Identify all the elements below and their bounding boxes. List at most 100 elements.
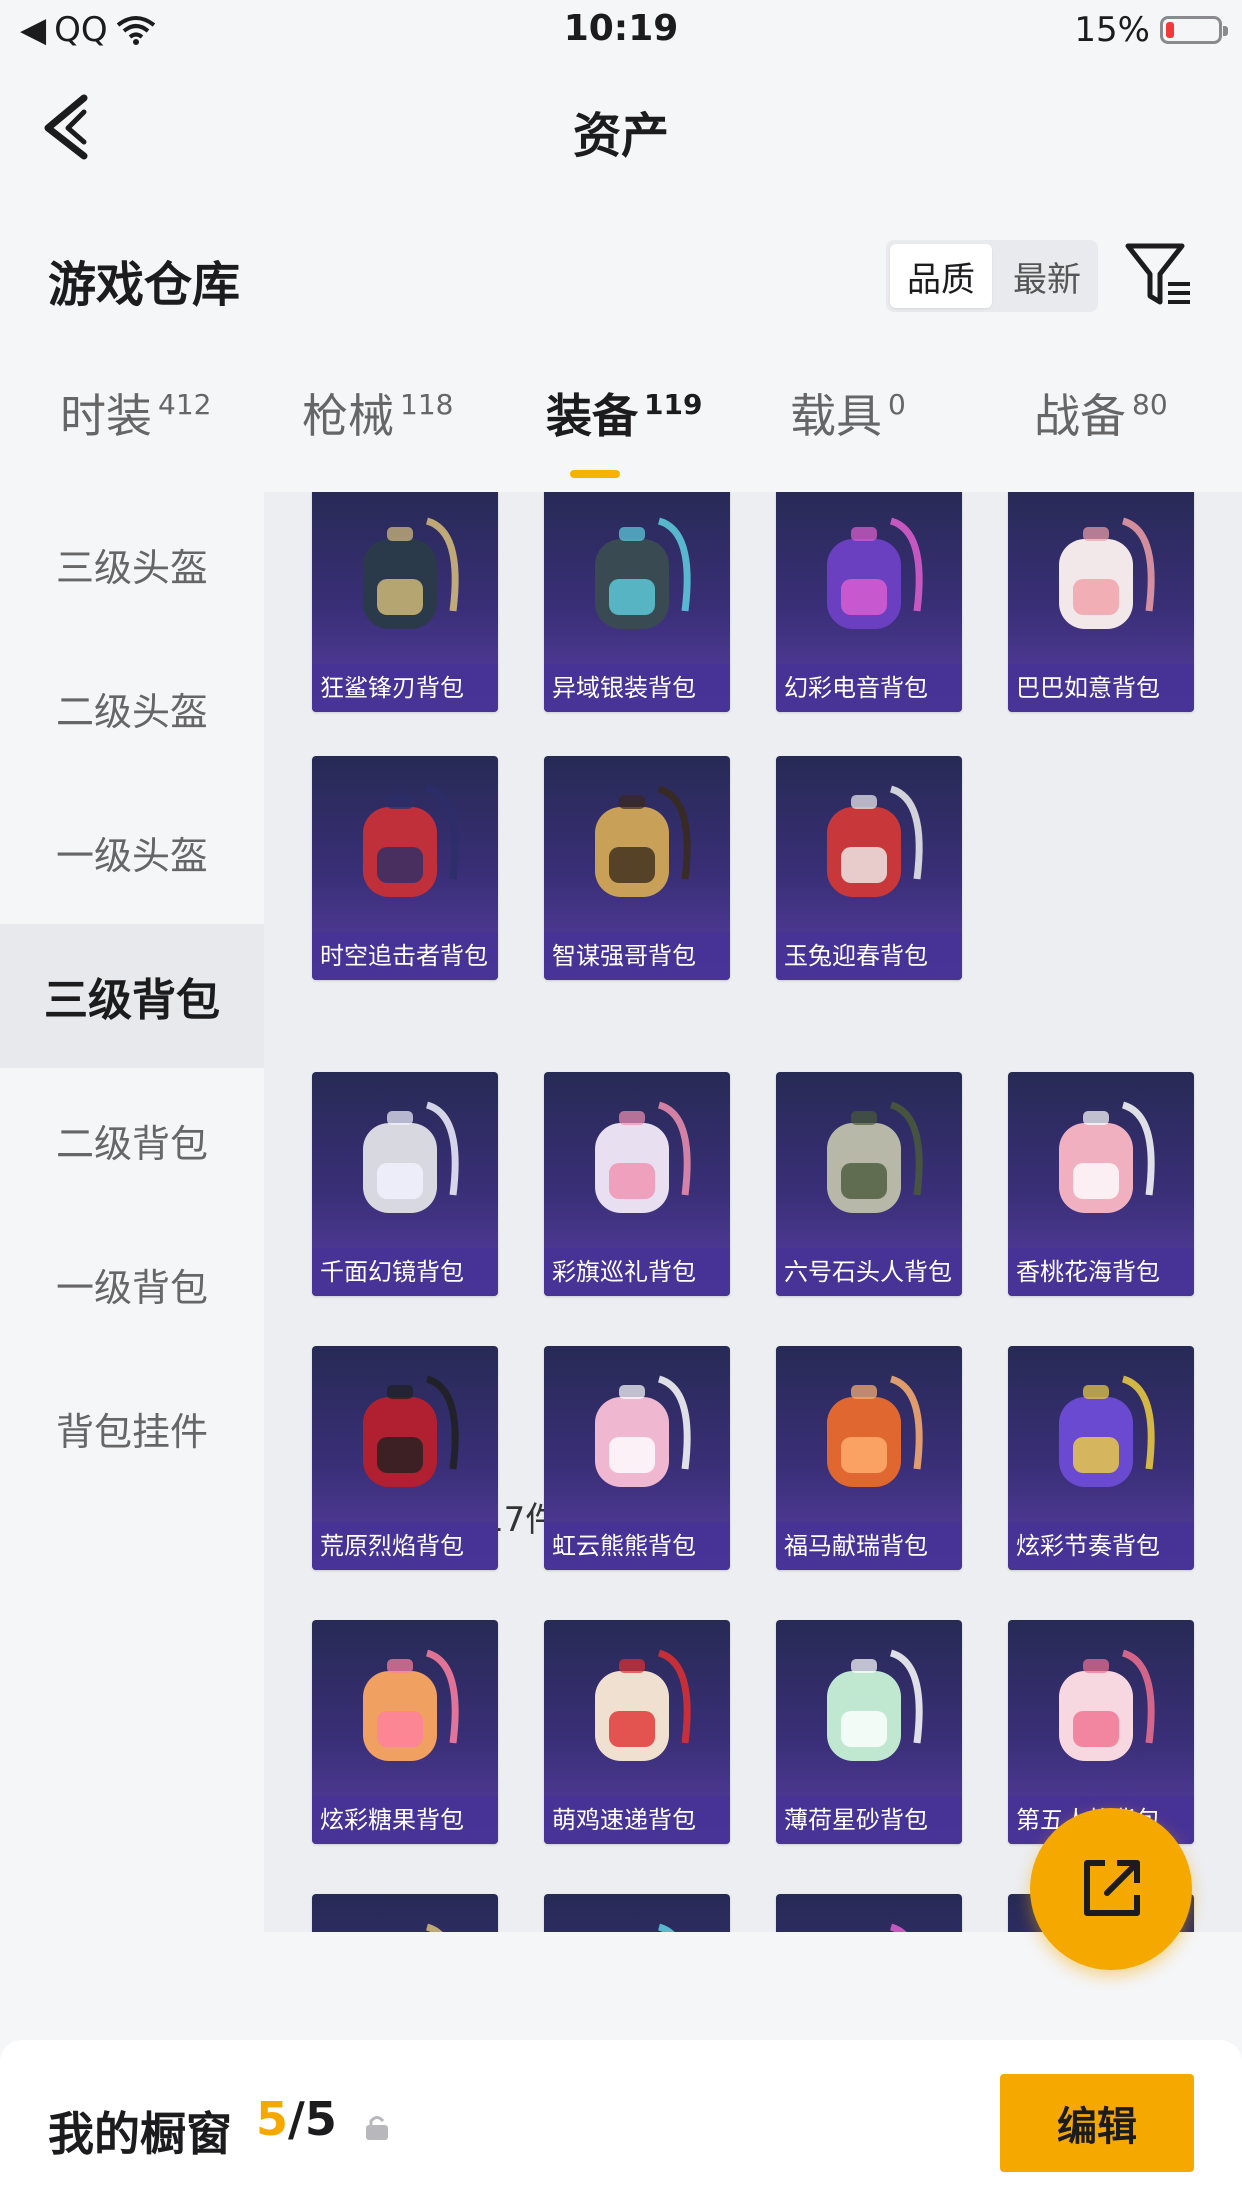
battery-percent: 15% [1074,10,1150,50]
item-image [312,1894,498,1932]
tab-firearms[interactable]: 枪械 118 [302,380,453,446]
item-name: 玉兔迎春背包 [776,932,962,980]
item-name: 六号石头人背包 [776,1248,962,1296]
backpack-icon [827,517,923,629]
item-card[interactable] [776,1894,962,1932]
showcase-label: 我的橱窗 [48,2107,232,2161]
lock-icon [366,2116,388,2140]
item-name: 千面幻镜背包 [312,1248,498,1296]
item-card[interactable]: 狂鲨锋刃背包 [312,492,498,712]
backpack-icon [1059,1101,1155,1213]
item-image [312,1072,498,1248]
tab-label: 装备 [546,389,638,443]
tab-count: 412 [158,388,212,421]
backpack-icon [657,1923,675,1932]
backpack-icon [425,1923,443,1932]
item-image [544,1894,730,1932]
item-name: 狂鲨锋刃背包 [312,664,498,712]
item-image [544,1072,730,1248]
item-name: 炫彩节奏背包 [1008,1522,1194,1570]
item-card[interactable]: 香桃花海背包 [1008,1072,1194,1296]
backpack-icon [363,517,459,629]
tab-label: 载具 [790,389,882,443]
tab-count: 118 [400,388,454,421]
item-card[interactable] [312,1894,498,1932]
item-card[interactable]: 萌鸡速递背包 [544,1620,730,1844]
item-image [312,1346,498,1522]
share-button[interactable] [1030,1808,1192,1970]
backpack-icon [363,1649,459,1761]
item-name: 萌鸡速递背包 [544,1796,730,1844]
showcase-current: 5 [256,2092,289,2146]
item-card[interactable]: 炫彩糖果背包 [312,1620,498,1844]
backpack-icon [363,1101,459,1213]
item-card[interactable]: 炫彩节奏背包 [1008,1346,1194,1570]
item-card[interactable]: 六号石头人背包 [776,1072,962,1296]
item-card[interactable]: 巴巴如意背包 [1008,492,1194,712]
tab-count: 119 [644,388,703,421]
showcase-bar: 我的橱窗 5/5 编辑 [0,2040,1242,2208]
backpack-icon [827,1649,923,1761]
sidenav-item-level2-helmet[interactable]: 二级头盔 [0,636,264,780]
backpack-icon [363,1375,459,1487]
item-name: 福马献瑞背包 [776,1522,962,1570]
item-image [776,1620,962,1796]
item-card[interactable]: 异域银装背包 [544,492,730,712]
backpack-icon [827,785,923,897]
backpack-icon [595,785,691,897]
item-image [544,1346,730,1522]
item-name: 幻彩电音背包 [776,664,962,712]
item-image [544,1620,730,1796]
sort-newest-option[interactable]: 最新 [996,240,1098,312]
item-image [544,492,730,664]
tab-equipment[interactable]: 装备 119 [546,380,702,446]
side-nav: 三级头盔 二级头盔 一级头盔 三级背包 二级背包 一级背包 背包挂件 [0,492,264,1932]
sidenav-item-backpack-charm[interactable]: 背包挂件 [0,1356,264,1500]
item-name: 时空追击者背包 [312,932,498,980]
item-card[interactable]: 福马献瑞背包 [776,1346,962,1570]
sort-quality-option[interactable]: 品质 [890,244,992,308]
item-card[interactable]: 玉兔迎春背包 [776,756,962,980]
item-card[interactable]: 彩旗巡礼背包 [544,1072,730,1296]
backpack-icon [1059,1375,1155,1487]
item-name: 薄荷星砂背包 [776,1796,962,1844]
tab-fashion[interactable]: 时装 412 [60,380,211,446]
category-tabs: 时装 412 枪械 118 装备 119 载具 0 战备 80 [0,380,1242,490]
item-image [312,756,498,932]
item-card[interactable]: 幻彩电音背包 [776,492,962,712]
item-image [1008,1346,1194,1522]
item-card[interactable]: 智谋强哥背包 [544,756,730,980]
sidenav-item-level1-helmet[interactable]: 一级头盔 [0,780,264,924]
tab-label: 枪械 [302,389,394,443]
sidenav-item-level3-backpack[interactable]: 三级背包 [0,924,264,1068]
sidenav-item-level3-helmet[interactable]: 三级头盔 [0,492,264,636]
backpack-icon [595,1649,691,1761]
edit-button[interactable]: 编辑 [1000,2074,1194,2172]
item-card[interactable]: 薄荷星砂背包 [776,1620,962,1844]
backpack-icon [1059,1649,1155,1761]
item-name: 异域银装背包 [544,664,730,712]
backpack-icon [595,517,691,629]
item-card[interactable]: 千面幻镜背包 [312,1072,498,1296]
showcase-total: /5 [288,2092,337,2146]
clock: 10:19 [563,8,679,49]
item-image [544,756,730,932]
warehouse-title: 游戏仓库 [48,257,241,313]
filter-icon[interactable] [1124,240,1194,310]
item-name: 荒原烈焰背包 [312,1522,498,1570]
tab-count: 80 [1132,388,1168,421]
item-name: 巴巴如意背包 [1008,664,1194,712]
item-name: 彩旗巡礼背包 [544,1248,730,1296]
item-card[interactable]: 虹云熊熊背包 [544,1346,730,1570]
item-card[interactable] [544,1894,730,1932]
share-icon [1084,1860,1140,1916]
sidenav-item-level1-backpack[interactable]: 一级背包 [0,1212,264,1356]
tab-supplies[interactable]: 战备 80 [1034,380,1168,446]
backpack-icon [363,785,459,897]
showcase-count: 5/5 [256,2092,337,2146]
sidenav-item-level2-backpack[interactable]: 二级背包 [0,1068,264,1212]
battery-icon [1160,16,1228,44]
tab-vehicles[interactable]: 载具 0 [790,380,906,446]
item-card[interactable]: 荒原烈焰背包 [312,1346,498,1570]
item-card[interactable]: 时空追击者背包 [312,756,498,980]
